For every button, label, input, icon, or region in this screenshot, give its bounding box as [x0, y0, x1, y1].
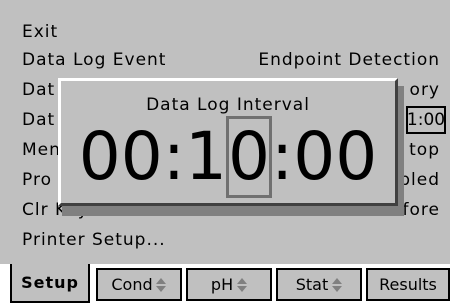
seconds-tens-digit[interactable]: 0 [293, 117, 335, 197]
tab-cond-label: Cond [111, 275, 153, 294]
menu-item-data-partial-2[interactable]: Dat [22, 110, 55, 130]
updown-arrows-icon [331, 277, 342, 293]
time-display: 0 0 : 1 0 : 0 0 [61, 116, 395, 198]
updown-arrows-icon [236, 277, 247, 293]
interval-value-box[interactable]: 1:00 [406, 106, 446, 134]
menu-item-men[interactable]: Men [22, 140, 61, 160]
tab-stat[interactable]: Stat [276, 268, 362, 301]
tab-results-label: Results [379, 275, 437, 294]
seconds-ones-digit[interactable]: 0 [335, 117, 377, 197]
tab-bar: Setup Cond pH Stat Results [0, 264, 450, 305]
menu-item-data-partial-1[interactable]: Dat [22, 80, 55, 100]
menu-item-printer-setup[interactable]: Printer Setup... [22, 230, 166, 250]
dialog-title: Data Log Interval [146, 95, 310, 115]
tab-ph[interactable]: pH [186, 268, 272, 301]
hours-tens-digit[interactable]: 0 [79, 117, 121, 197]
menu-item-pro[interactable]: Pro [22, 170, 52, 190]
menu-value-bled: bled [399, 170, 440, 190]
time-separator: : [271, 118, 294, 195]
updown-arrows-icon [156, 277, 167, 293]
tab-results[interactable]: Results [366, 268, 450, 301]
data-log-interval-dialog: Data Log Interval 0 0 : 1 0 : 0 0 [58, 78, 398, 206]
tab-ph-label: pH [210, 275, 234, 294]
tab-cond[interactable]: Cond [96, 268, 182, 301]
time-separator: : [162, 118, 185, 195]
tab-stat-label: Stat [295, 275, 329, 294]
tab-setup-label: Setup [21, 273, 79, 292]
minutes-tens-digit[interactable]: 1 [185, 117, 227, 197]
tab-setup[interactable]: Setup [10, 264, 90, 303]
menu-value-ory: ory [409, 80, 440, 100]
hours-ones-digit[interactable]: 0 [121, 117, 163, 197]
menu-value-endpoint-detection: Endpoint Detection [258, 50, 440, 70]
menu-item-data-log-event[interactable]: Data Log Event [22, 50, 166, 70]
menu-value-top: top [409, 140, 440, 160]
menu-item-exit[interactable]: Exit [22, 22, 58, 42]
instrument-screen: Exit Data Log Event Endpoint Detection D… [0, 0, 450, 305]
minutes-ones-digit-selected[interactable]: 0 [226, 116, 272, 198]
